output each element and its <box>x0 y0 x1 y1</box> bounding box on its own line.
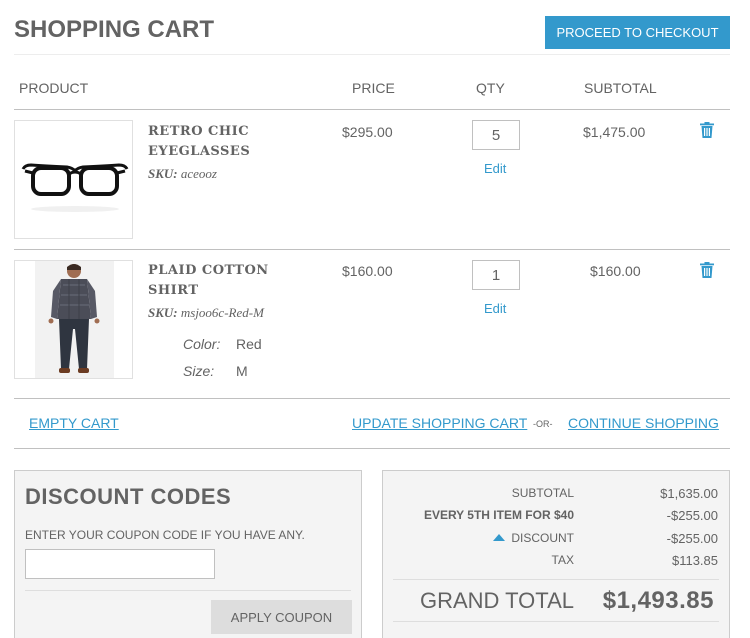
item-price: $295.00 <box>342 124 393 140</box>
cart-table-header: PRODUCT PRICE QTY SUBTOTAL <box>14 70 730 110</box>
column-header-product: PRODUCT <box>19 80 89 96</box>
divider <box>393 621 719 622</box>
coupon-code-input[interactable] <box>25 549 215 579</box>
edit-item-link[interactable]: Edit <box>484 161 506 176</box>
trash-icon[interactable] <box>700 262 714 278</box>
update-shopping-cart-link[interactable]: UPDATE SHOPPING CART <box>352 415 527 431</box>
qty-input[interactable] <box>472 120 520 150</box>
product-image-shirt[interactable] <box>14 260 133 379</box>
continue-shopping-link[interactable]: CONTINUE SHOPPING <box>568 415 719 431</box>
qty-input[interactable] <box>472 260 520 290</box>
option-value-size: M <box>236 363 248 379</box>
discount-title: DISCOUNT CODES <box>25 484 232 509</box>
tax-label: TAX <box>551 553 574 567</box>
apply-coupon-button[interactable]: APPLY COUPON <box>211 600 352 634</box>
promo-value: -$255.00 <box>666 508 718 523</box>
option-label-color: Color: <box>183 336 221 352</box>
caret-up-icon <box>493 534 506 541</box>
trash-icon[interactable] <box>700 122 714 138</box>
eyeglasses-image <box>21 163 129 212</box>
discount-value: -$255.00 <box>666 531 718 546</box>
cart-header: SHOPPING CART PROCEED TO CHECKOUT <box>14 0 730 55</box>
discount-codes-panel: DISCOUNT CODES ENTER YOUR COUPON CODE IF… <box>14 470 362 638</box>
discount-toggle[interactable]: DISCOUNT <box>493 531 574 545</box>
option-label-size: Size: <box>183 363 215 379</box>
item-subtotal: $1,475.00 <box>583 124 646 140</box>
or-separator: -OR- <box>533 419 553 429</box>
divider <box>393 579 719 580</box>
tax-value: $113.85 <box>671 553 718 568</box>
subtotal-label: SUBTOTAL <box>511 486 574 500</box>
product-image-eyeglasses[interactable] <box>14 120 133 239</box>
column-header-price: PRICE <box>352 80 395 96</box>
cart-totals-panel: SUBTOTAL $1,635.00 EVERY 5TH ITEM FOR $4… <box>382 470 730 638</box>
subtotal-value: $1,635.00 <box>660 486 718 501</box>
product-sku: SKU: aceooz <box>148 166 217 181</box>
shirt-model-image <box>35 261 114 378</box>
item-subtotal: $160.00 <box>590 263 641 279</box>
option-value-color: Red <box>236 336 262 352</box>
divider <box>25 590 351 591</box>
grand-total-label: GRAND TOTAL <box>419 588 574 613</box>
promo-label: EVERY 5TH ITEM FOR $40 <box>423 508 574 522</box>
cart-item-row: PLAID COTTON SHIRT SKU: msjoo6c-Red-M Co… <box>14 250 730 399</box>
column-header-subtotal: SUBTOTAL <box>584 80 657 96</box>
coupon-hint: ENTER YOUR COUPON CODE IF YOU HAVE ANY. <box>25 528 305 542</box>
cart-actions: EMPTY CART UPDATE SHOPPING CART -OR- CON… <box>14 399 730 449</box>
product-name[interactable]: RETRO CHIC EYEGLASSES <box>148 122 250 162</box>
column-header-qty: QTY <box>476 80 505 96</box>
page-title: SHOPPING CART <box>14 16 215 43</box>
item-price: $160.00 <box>342 263 393 279</box>
edit-item-link[interactable]: Edit <box>484 301 506 316</box>
product-name[interactable]: PLAID COTTON SHIRT <box>148 261 269 301</box>
empty-cart-link[interactable]: EMPTY CART <box>29 415 119 431</box>
grand-total-value: $1,493.85 <box>602 587 714 614</box>
proceed-to-checkout-button[interactable]: PROCEED TO CHECKOUT <box>545 16 730 49</box>
product-sku: SKU: msjoo6c-Red-M <box>148 305 264 320</box>
cart-item-row: RETRO CHIC EYEGLASSES SKU: aceooz $295.0… <box>14 110 730 250</box>
